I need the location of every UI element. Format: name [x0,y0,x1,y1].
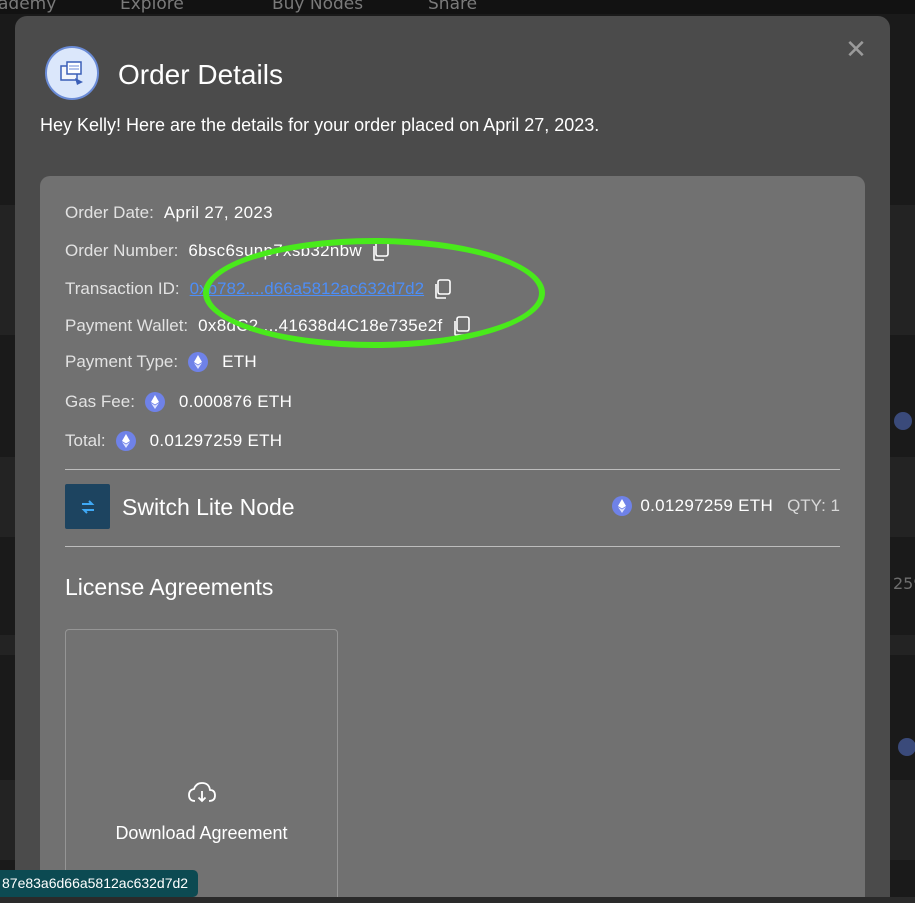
payment-wallet-value: 0x8dC2....41638d4C18e735e2f [198,316,443,335]
payment-type-value: ETH [222,352,257,371]
nav-explore: Explore [120,0,184,14]
gas-fee-value: 0.000876 ETH [178,392,293,411]
item-price: 0.01297259 ETH [640,496,774,515]
payment-type-row: Payment Type: ETH [65,352,257,372]
close-icon[interactable]: ✕ [844,37,868,63]
eth-icon [115,431,136,451]
total-row: Total: 0.01297259 ETH [65,431,282,451]
copy-icon[interactable] [432,278,454,300]
cloud-download-icon [186,780,218,806]
item-quantity: QTY: 1 [787,496,840,515]
copy-icon[interactable] [451,315,473,337]
nav-share: Share [428,0,478,14]
transaction-id-link[interactable]: 0xb782....d66a5812ac632d7d2 [190,279,424,299]
gas-fee-row: Gas Fee: 0.000876 ETH [65,392,292,412]
total-value: 0.01297259 ETH [149,431,283,450]
eth-icon [612,496,633,516]
order-card: Order Date: April 27, 2023 Order Number:… [40,176,865,903]
item-price-row: 0.01297259 ETH QTY: 1 [612,496,840,516]
order-details-modal: ✕ Order Details Hey Kelly! Here are the … [15,16,890,903]
item-name: Switch Lite Node [122,494,295,520]
total-label: Total: [65,431,106,450]
app-logo [45,46,99,100]
background-value: 259 [893,574,915,593]
transaction-id-label: Transaction ID: [65,279,180,298]
transaction-id-row: Transaction ID: 0xb782....d66a5812ac632d… [65,278,454,300]
switch-node-icon [65,484,110,529]
payment-wallet-row: Payment Wallet: 0x8dC2....41638d4C18e735… [65,315,473,337]
background-eth-icon [898,738,915,756]
divider [65,546,840,547]
payment-wallet-label: Payment Wallet: [65,316,189,335]
license-title: License Agreements [65,574,274,600]
nav-academy: ademy [0,0,57,14]
download-agreement-button[interactable]: Download Agreement [65,629,338,903]
nav-buy-nodes: Buy Nodes [272,0,364,14]
eth-icon [188,352,209,372]
order-date-row: Order Date: April 27, 2023 [65,203,273,223]
order-date-label: Order Date: [65,203,154,222]
greeting-text: Hey Kelly! Here are the details for your… [40,115,600,135]
copy-icon[interactable] [370,240,392,262]
payment-type-label: Payment Type: [65,352,179,371]
order-number-row: Order Number: 6bsc6sunp7xsb32nbw [65,240,392,262]
order-number-label: Order Number: [65,241,179,260]
background-nav: ademy Explore Buy Nodes Share [0,0,915,14]
download-agreement-label: Download Agreement [115,823,288,843]
bottom-bar [0,897,915,903]
order-date-value: April 27, 2023 [163,203,273,222]
order-number-value: 6bsc6sunp7xsb32nbw [188,241,363,260]
background-eth-icon [894,412,912,430]
eth-icon [144,392,165,412]
gas-fee-label: Gas Fee: [65,392,135,411]
link-url-tooltip: 87e83a6d66a5812ac632d7d2 [0,870,198,897]
modal-title: Order Details [118,59,283,90]
divider [65,469,840,470]
